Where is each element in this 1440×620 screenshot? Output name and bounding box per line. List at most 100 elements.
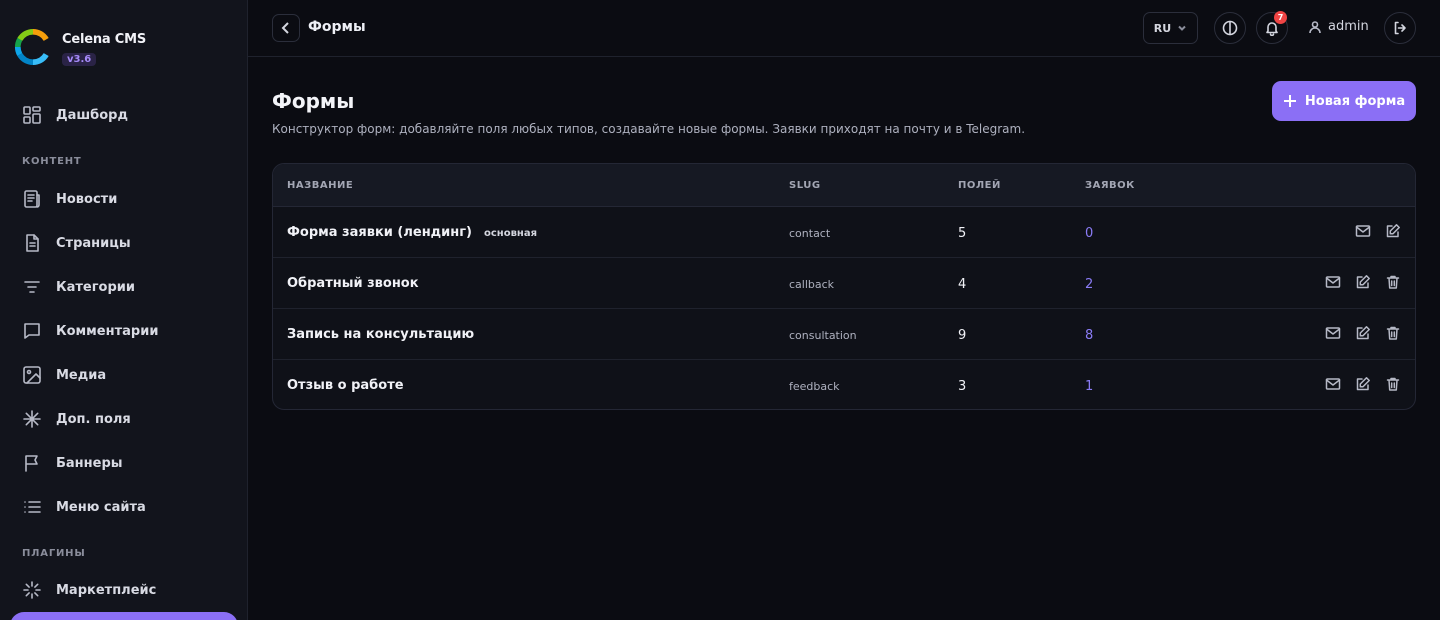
header-title: Формы: [308, 19, 366, 35]
trash-icon: [1386, 326, 1400, 340]
table-header: НАЗВАНИЕ SLUG ПОЛЕЙ ЗАЯВОК: [273, 164, 1415, 207]
form-submissions-link[interactable]: 1: [1085, 379, 1093, 394]
page-description: Конструктор форм: добавляйте поля любых …: [272, 122, 1026, 136]
logout-icon: [1394, 21, 1406, 35]
form-fields-count: 3: [958, 379, 967, 394]
page-title: Формы: [272, 89, 355, 113]
section-content-heading: КОНТЕНТ: [22, 156, 82, 167]
column-slug: SLUG: [789, 180, 821, 191]
sidebar-item-label: Категории: [56, 279, 135, 295]
edit-button[interactable]: [1355, 376, 1371, 392]
sidebar-item-categories[interactable]: Категории: [0, 265, 247, 309]
form-submissions-link[interactable]: 2: [1085, 277, 1093, 292]
submissions-button[interactable]: [1325, 325, 1341, 341]
form-slug: contact: [789, 227, 831, 240]
top-bar: Формы RU 7 admin: [248, 0, 1440, 57]
column-fields: ПОЛЕЙ: [958, 180, 1001, 191]
sidebar-item-news[interactable]: Новости: [0, 177, 247, 221]
sidebar-item-label: Доп. поля: [56, 411, 131, 427]
celena-logo-icon: [14, 28, 49, 66]
sidebar-action-button[interactable]: [10, 612, 238, 620]
sidebar-item-label: Маркетплейс: [56, 582, 157, 598]
sidebar-item-comments[interactable]: Комментарии: [0, 309, 247, 353]
table-row[interactable]: Форма заявки (лендинг) основная contact 5…: [273, 207, 1415, 258]
edit-icon: [1356, 275, 1370, 289]
filter-icon: [24, 281, 40, 293]
form-fields-count: 4: [958, 277, 967, 292]
sidebar-item-site-menu[interactable]: Меню сайта: [0, 485, 247, 529]
submissions-button[interactable]: [1325, 274, 1341, 290]
comment-icon: [24, 323, 40, 339]
language-select[interactable]: RU: [1143, 12, 1198, 44]
sidebar-item-extra-fields[interactable]: Доп. поля: [0, 397, 247, 441]
column-submissions: ЗАЯВОК: [1085, 180, 1135, 191]
dashboard-icon: [23, 106, 41, 124]
form-fields-count: 5: [958, 226, 967, 241]
language-value: RU: [1153, 21, 1172, 35]
submissions-button[interactable]: [1355, 223, 1371, 239]
sidebar-item-label: Баннеры: [56, 455, 123, 471]
form-slug: feedback: [789, 380, 840, 393]
sidebar-item-media[interactable]: Медиа: [0, 353, 247, 397]
form-name[interactable]: Запись на консультацию: [287, 327, 474, 342]
edit-button[interactable]: [1385, 223, 1401, 239]
edit-icon: [1356, 377, 1370, 391]
mail-icon: [1325, 276, 1341, 288]
column-name: НАЗВАНИЕ: [287, 180, 354, 191]
form-submissions-link[interactable]: 0: [1085, 226, 1093, 241]
trash-icon: [1386, 275, 1400, 289]
mail-icon: [1355, 225, 1371, 237]
table-row[interactable]: Запись на консультацию consultation 9 8: [273, 309, 1415, 360]
form-submissions-link[interactable]: 8: [1085, 328, 1093, 343]
logout-button[interactable]: [1384, 12, 1416, 44]
plus-icon: [1283, 95, 1296, 107]
delete-button[interactable]: [1385, 325, 1401, 341]
list-icon: [24, 501, 41, 513]
edit-button[interactable]: [1355, 325, 1371, 341]
delete-button[interactable]: [1385, 376, 1401, 392]
notification-count-badge: 7: [1274, 11, 1287, 24]
back-button[interactable]: [272, 14, 300, 42]
form-slug: consultation: [789, 329, 857, 342]
sidebar-item-label: Медиа: [56, 367, 107, 383]
chevron-left-icon: [281, 22, 289, 34]
brand[interactable]: Celena CMS v3.6: [14, 28, 146, 66]
edit-icon: [1386, 224, 1400, 238]
page-icon: [26, 234, 39, 252]
table-row[interactable]: Обратный звонок callback 4 2: [273, 258, 1415, 309]
sidebar-item-pages[interactable]: Страницы: [0, 221, 247, 265]
edit-icon: [1356, 326, 1370, 340]
news-icon: [24, 190, 40, 208]
sidebar-item-dashboard[interactable]: Дашборд: [0, 93, 247, 137]
sidebar-item-marketplace[interactable]: Маркетплейс: [0, 568, 247, 612]
user-icon: [1309, 20, 1321, 33]
asterisk-icon: [23, 410, 41, 428]
sidebar-item-label: Страницы: [56, 235, 131, 251]
username: admin: [1328, 19, 1369, 34]
theme-toggle-button[interactable]: [1214, 12, 1246, 44]
image-icon: [23, 366, 41, 384]
submissions-button[interactable]: [1325, 376, 1341, 392]
forms-table: НАЗВАНИЕ SLUG ПОЛЕЙ ЗАЯВОК Форма заявки …: [272, 163, 1416, 410]
sidebar-item-label: Комментарии: [56, 323, 159, 339]
form-name[interactable]: Форма заявки (лендинг) основная: [287, 225, 537, 240]
form-name[interactable]: Обратный звонок: [287, 276, 419, 291]
user-menu[interactable]: admin: [1308, 19, 1369, 34]
form-fields-count: 9: [958, 328, 967, 343]
trash-icon: [1386, 377, 1400, 391]
notifications-button[interactable]: 7: [1256, 11, 1288, 44]
sidebar-item-banners[interactable]: Баннеры: [0, 441, 247, 485]
form-name[interactable]: Отзыв о работе: [287, 378, 404, 393]
edit-button[interactable]: [1355, 274, 1371, 290]
new-form-button[interactable]: Новая форма: [1272, 81, 1416, 121]
new-form-label: Новая форма: [1304, 93, 1406, 109]
sidebar-item-label: Дашборд: [56, 107, 128, 123]
table-row[interactable]: Отзыв о работе feedback 3 1: [273, 360, 1415, 409]
sidebar-item-label: Новости: [56, 191, 118, 207]
contrast-icon: [1222, 20, 1238, 36]
chevron-down-icon: [1178, 25, 1186, 31]
section-plugins-heading: ПЛАГИНЫ: [22, 548, 86, 559]
flag-icon: [25, 455, 38, 472]
primary-tag: основная: [484, 228, 537, 239]
delete-button[interactable]: [1385, 274, 1401, 290]
